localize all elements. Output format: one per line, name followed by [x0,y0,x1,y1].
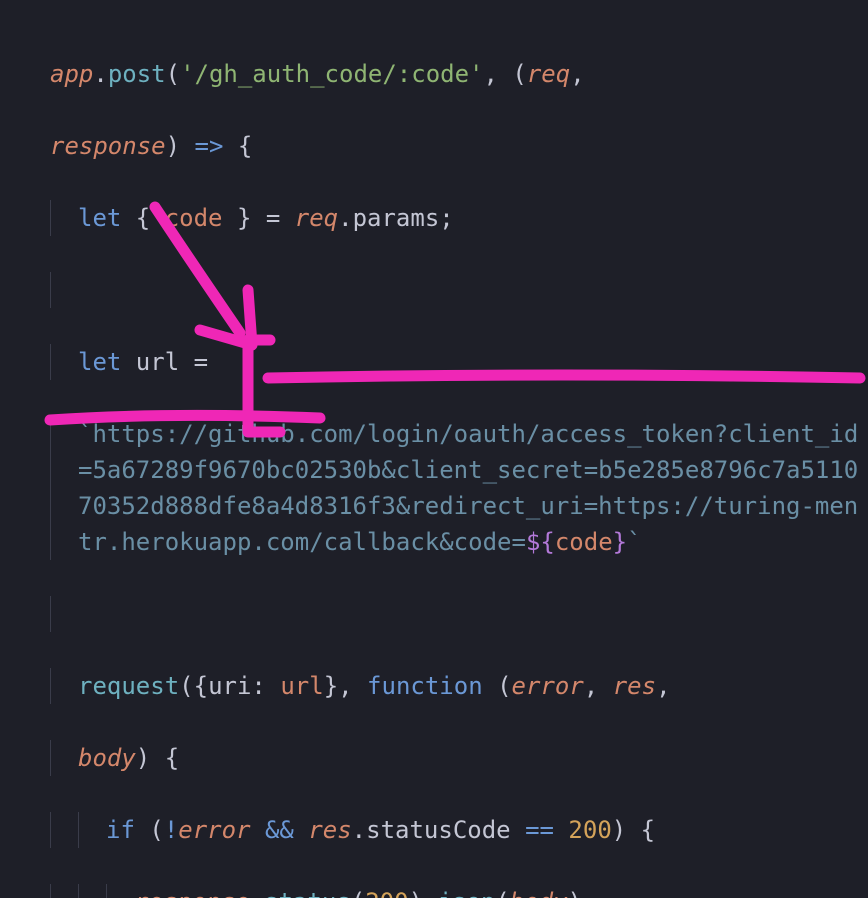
and-operator: && [251,816,309,844]
identifier-error: error [178,816,250,844]
template-dollar-open: ${ [526,528,555,556]
bang-operator: ! [164,816,178,844]
code-line: app.post('/gh_auth_code/:code', (req, [50,56,868,92]
method-json: json [437,888,495,898]
destructure-code: code [165,204,223,232]
eqeq-operator: == [511,816,569,844]
identifier-url: url [280,672,323,700]
backtick-open: ` [78,420,92,448]
code-line: let { code } = req.params; [50,200,868,236]
identifier-req: req [295,204,338,232]
keyword-if: if [106,816,135,844]
param-req: req [527,60,570,88]
param-response: response [50,132,166,160]
blank-line [50,272,868,308]
property-params: params [353,204,440,232]
url-template-string: https://github.com/login/oauth/access_to… [78,420,858,556]
route-string: '/gh_auth_code/:code' [180,60,483,88]
number-literal: 200 [568,816,611,844]
number-literal: 200 [365,888,408,898]
identifier-url: url [136,348,179,376]
template-literal-line: `https://github.com/login/oauth/access_t… [50,416,868,560]
template-dollar-close: } [613,528,627,556]
identifier-res: res [308,816,351,844]
identifier-body: body [510,888,568,898]
identifier-response: response [134,888,250,898]
param-res: res [613,672,656,700]
param-error: error [512,672,584,700]
code-editor[interactable]: app.post('/gh_auth_code/:code', (req, re… [0,0,868,898]
code-line: if (!error && res.statusCode == 200) { [50,812,868,848]
code-line: response.status(200).json(body) [50,884,868,898]
param-body: body [78,744,136,772]
identifier-app: app [50,60,93,88]
arrow-operator: => [180,132,238,160]
keyword-let: let [78,204,136,232]
property-statusCode: statusCode [366,816,511,844]
blank-line [50,596,868,632]
code-line: request({uri: url}, function (error, res… [50,668,868,704]
code-line: let url = [50,344,868,380]
template-var-code: code [555,528,613,556]
backtick-close: ` [627,528,641,556]
method-post: post [108,60,166,88]
code-line: body) { [50,740,868,776]
method-status: status [264,888,351,898]
function-request: request [78,672,179,700]
keyword-function: function [367,672,483,700]
keyword-let: let [78,348,136,376]
code-line: response) => { [50,128,868,164]
key-uri: uri [208,672,251,700]
